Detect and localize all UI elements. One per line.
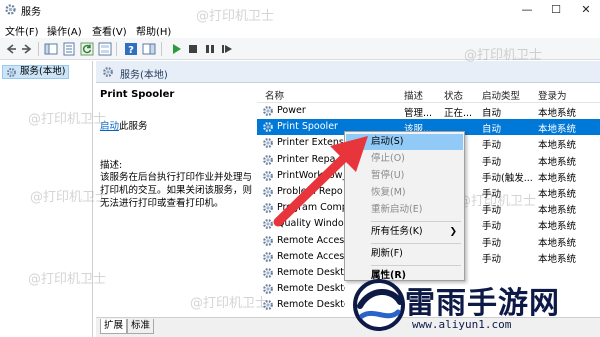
services-header-title: 服务(本地) xyxy=(120,70,168,81)
start-service-suffix: 此服务 xyxy=(119,121,148,132)
tree-node-services-local[interactable]: 服务(本地) xyxy=(2,65,70,79)
table-row[interactable]: Power 管理... 正在... 自动 本地系统 xyxy=(257,103,600,119)
toolbar-separator xyxy=(38,42,39,56)
svg-text:?: ? xyxy=(128,45,134,56)
console-tree-icon[interactable] xyxy=(44,42,58,56)
menu-separator xyxy=(371,221,461,222)
tab-standard[interactable]: 标准 xyxy=(127,319,155,334)
watermark: @打印机卫士 xyxy=(190,296,269,311)
description-text: 该服务在后台执行打印作业并处理与打印机的交互。如果关闭该服务，则无法进行打印或查… xyxy=(100,172,253,209)
service-gear-icon xyxy=(263,268,273,278)
service-name-cell: Remote Deskto xyxy=(277,267,345,278)
maximize-button[interactable]: ☐ xyxy=(541,0,571,20)
service-logon-cell: 本地系统 xyxy=(538,221,577,233)
service-name-cell: Remote Deskto xyxy=(277,299,345,311)
services-header: 服务(本地) xyxy=(96,61,600,83)
column-header-startup-type[interactable]: 启动类型 xyxy=(482,88,520,102)
column-header-description[interactable]: 描述 xyxy=(404,88,423,102)
show-hide-action-pane-icon[interactable] xyxy=(142,42,156,56)
help-icon[interactable]: ? xyxy=(124,42,138,56)
service-status-cell: 正在... xyxy=(444,108,473,119)
service-startup-cell: 手动 xyxy=(482,156,502,168)
watermark: @打印机卫士 xyxy=(28,112,107,127)
watermark: @打印机卫士 xyxy=(196,9,275,24)
list-header: 名称 描述 状态 启动类型 登录为 xyxy=(257,83,600,103)
service-logon-cell: 本地系统 xyxy=(538,156,577,168)
services-gear-icon xyxy=(103,67,113,77)
description-label: 描述: xyxy=(100,160,123,171)
menu-action[interactable]: 操作(A) xyxy=(47,23,82,38)
service-gear-icon xyxy=(263,251,273,262)
start-service-icon[interactable] xyxy=(169,42,183,56)
forward-icon[interactable] xyxy=(20,42,34,56)
service-name-cell: Remote Deskto xyxy=(277,283,345,295)
back-icon[interactable] xyxy=(4,42,18,56)
service-startup-cell: 手动(触发... xyxy=(482,172,533,184)
service-startup-cell: 自动 xyxy=(482,108,502,119)
close-button[interactable]: ✕ xyxy=(571,0,600,20)
logo-url: www.aliyun1.com xyxy=(412,318,512,331)
submenu-arrow-icon: ❯ xyxy=(449,227,457,237)
service-startup-cell: 手动 xyxy=(482,253,502,265)
properties-sheet-icon[interactable] xyxy=(62,42,76,56)
watermark: @打印机卫士 xyxy=(30,190,109,205)
tab-extended[interactable]: 扩展 xyxy=(100,319,128,334)
logo-mark-icon xyxy=(353,279,405,331)
service-description-panel: Print Spooler 启动此服务 描述: 该服务在后台执行打印作业并处理与… xyxy=(96,83,256,317)
restart-service-icon[interactable] xyxy=(220,42,234,56)
menu-bar: 文件(F) 操作(A) 查看(V) 帮助(H) xyxy=(0,20,600,38)
service-logon-cell: 本地系统 xyxy=(538,205,577,217)
service-startup-cell: 手动 xyxy=(482,140,502,152)
minimize-button[interactable]: — xyxy=(512,0,542,20)
column-header-name[interactable]: 名称 xyxy=(265,88,284,102)
service-name-cell: Remote Access xyxy=(277,250,345,262)
start-service-line: 启动此服务 xyxy=(100,118,148,132)
service-logon-cell: 本地系统 xyxy=(538,189,577,200)
service-name-cell: Remote Access xyxy=(277,234,345,246)
menu-file[interactable]: 文件(F) xyxy=(5,23,39,38)
service-startup-cell: 自动 xyxy=(482,124,502,136)
service-gear-icon xyxy=(263,235,273,246)
menu-item-all-tasks-label: 所有任务(K) xyxy=(371,226,423,237)
service-startup-cell: 手动 xyxy=(482,221,502,233)
export-list-icon[interactable] xyxy=(98,42,112,56)
tree-node-label: 服务(本地) xyxy=(20,66,66,77)
service-name-cell: Power xyxy=(277,105,306,116)
service-gear-icon xyxy=(263,106,273,116)
menu-item-refresh[interactable]: 刷新(F) xyxy=(346,246,463,262)
column-header-status[interactable]: 状态 xyxy=(444,88,463,102)
service-logon-cell: 本地系统 xyxy=(538,172,577,184)
toolbar-separator xyxy=(161,42,162,56)
pause-service-icon[interactable] xyxy=(203,42,217,56)
site-logo: 雷雨手游网 www.aliyun1.com xyxy=(352,274,600,337)
toolbar-separator xyxy=(116,42,117,56)
service-logon-cell: 本地系统 xyxy=(538,108,577,119)
services-gear-icon xyxy=(7,68,16,77)
refresh-icon[interactable] xyxy=(80,42,94,56)
service-name-heading: Print Spooler xyxy=(100,89,175,100)
window-title: 服务 xyxy=(21,7,41,18)
stop-service-icon[interactable] xyxy=(186,42,200,56)
title-bar: 服务 — ☐ ✕ xyxy=(0,0,600,20)
red-arrow-annotation xyxy=(273,136,368,227)
watermark: @打印机卫士 xyxy=(28,272,107,287)
service-description-cell: 管理... xyxy=(404,108,433,119)
service-startup-cell: 手动 xyxy=(482,237,502,249)
menu-separator xyxy=(371,265,461,266)
watermark: @打印机卫士 xyxy=(458,194,537,209)
services-app-icon xyxy=(5,4,16,15)
menu-separator xyxy=(371,243,461,244)
service-logon-cell: 本地系统 xyxy=(538,124,577,136)
menu-help[interactable]: 帮助(H) xyxy=(136,23,171,38)
watermark: @打印机卫士 xyxy=(464,48,543,63)
logo-text: 雷雨手游网 xyxy=(405,286,560,321)
service-logon-cell: 本地系统 xyxy=(538,253,577,265)
column-header-logon-as[interactable]: 登录为 xyxy=(538,88,567,102)
service-logon-cell: 本地系统 xyxy=(538,237,577,249)
menu-view[interactable]: 查看(V) xyxy=(92,23,127,38)
service-logon-cell: 本地系统 xyxy=(538,140,577,152)
